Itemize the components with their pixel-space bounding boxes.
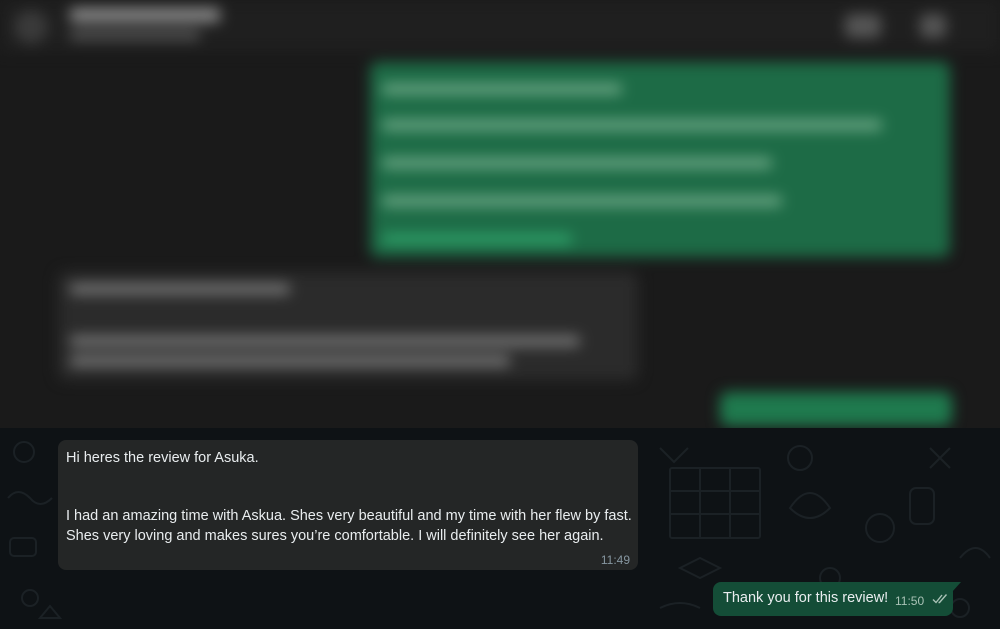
blurred-incoming-message [58,272,638,380]
message-timestamp: 11:50 [895,594,925,608]
blurred-text-line [70,336,580,346]
blurred-outgoing-message [370,62,950,257]
message-text-line: Hi heres the review for Asuka. [66,450,259,466]
blurred-text-line [382,196,782,206]
blurred-avatar [14,10,48,44]
outgoing-message-bubble[interactable]: Thank you for this review! 11:50 [713,582,961,616]
bubble-tail [952,582,961,592]
blurred-text-line [382,84,622,94]
blurred-text-line [382,158,772,168]
blurred-header [0,0,1000,52]
blurred-content [0,0,1000,428]
incoming-message-bubble[interactable]: Hi heres the review for Asuka. I had an … [58,440,638,570]
blurred-link-line [382,234,572,244]
blurred-contact-status [70,30,200,40]
blurred-text-line [70,356,510,366]
blurred-outgoing-message [720,392,952,426]
message-text: Thank you for this review! [723,590,889,606]
message-text-line: I had an amazing time with Askua. Shes v… [66,508,632,524]
double-check-icon [932,594,948,604]
message-text-line: Shes very loving and makes sures you’re … [66,528,604,544]
blurred-text-line [382,120,882,130]
chat-area: Hi heres the review for Asuka. I had an … [0,428,1000,629]
blurred-video-call-icon [845,14,881,38]
blurred-chat-history [0,0,1000,428]
blurred-contact-name [70,8,220,22]
blurred-text-line [70,284,290,294]
blurred-search-icon [920,14,946,38]
message-timestamp: 11:49 [600,553,630,567]
